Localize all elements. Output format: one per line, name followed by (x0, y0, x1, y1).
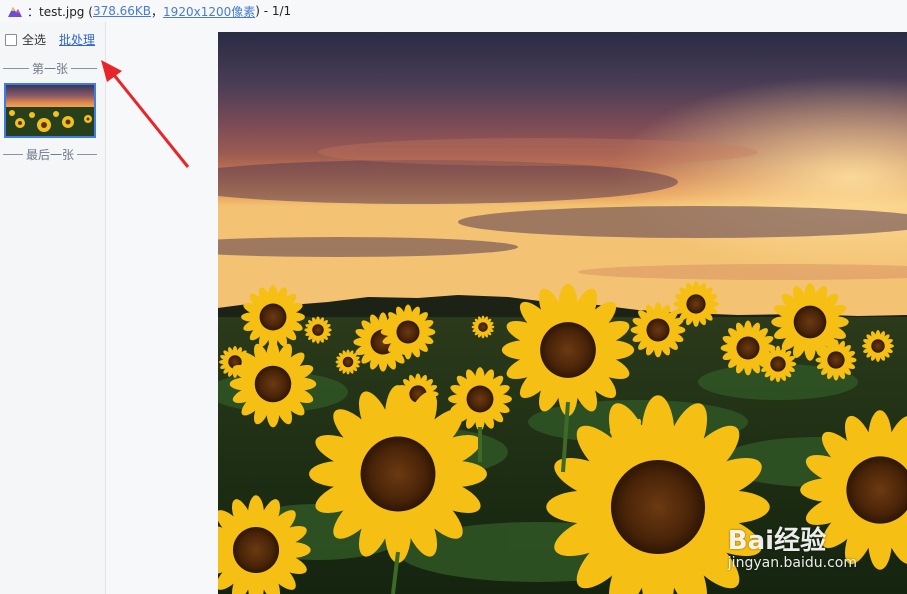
main-image-viewer[interactable] (218, 32, 907, 594)
filesize-link[interactable]: 378.66KB (93, 4, 151, 18)
batch-process-link[interactable]: 批处理 (59, 31, 95, 48)
sunflower-main-image (218, 32, 907, 594)
sunflower-thumbnail-image (6, 85, 94, 136)
dimensions-link[interactable]: 1920x1200像素 (163, 3, 255, 20)
select-all-label[interactable]: 全选 (22, 31, 46, 48)
last-image-label: 最后一张 (26, 148, 75, 162)
first-image-divider: 第一张 (0, 60, 100, 77)
first-image-label: 第一张 (32, 62, 69, 76)
select-all-control[interactable]: 全选 (5, 31, 46, 48)
select-all-checkbox[interactable] (5, 33, 17, 46)
watermark-url: jingyan.baidu.com (727, 555, 857, 571)
title-filename: ：test.jpg ( (27, 4, 93, 19)
title-bar: ：test.jpg ( 378.66KB ， 1920x1200像素 ) - 1… (0, 0, 907, 22)
baidu-jingyan-watermark: Bai经验 jingyan.baidu.com (728, 520, 857, 571)
app-mountain-icon (8, 7, 22, 17)
watermark-brand: Bai经验 (727, 526, 827, 556)
title-separator: ， (151, 4, 164, 19)
page-counter: ) - 1/1 (255, 4, 292, 18)
thumbnail-sidebar: 全选 批处理 第一张 最后一张 (0, 22, 106, 594)
image-thumbnail[interactable] (4, 83, 96, 138)
last-image-divider: 最后一张 (0, 146, 100, 163)
